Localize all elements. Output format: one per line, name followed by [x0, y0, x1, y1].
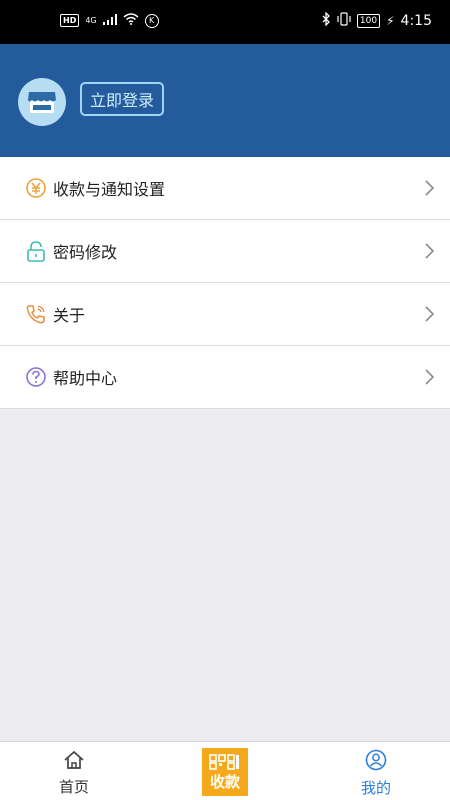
bottom-tab-bar: 首页 收款 我的 [0, 741, 450, 800]
bluetooth-icon [321, 11, 331, 30]
tab-mine-label: 我的 [360, 779, 391, 797]
signal-icon [102, 13, 117, 28]
profile-header: 立即登录 [0, 44, 450, 157]
login-button[interactable]: 立即登录 [80, 82, 164, 116]
question-icon [25, 366, 47, 388]
battery-indicator: 100 [356, 14, 381, 28]
k-icon: K [144, 13, 159, 28]
qr-code-icon [209, 754, 241, 774]
network-type: 4G [85, 16, 97, 25]
chevron-right-icon [424, 179, 436, 197]
status-left: HD 4G K [60, 13, 159, 28]
hd-indicator: HD [60, 14, 80, 27]
wifi-icon [123, 13, 139, 28]
yen-coin-icon [25, 177, 47, 199]
tab-home[interactable]: 首页 [52, 742, 96, 800]
chevron-right-icon [424, 305, 436, 323]
menu-item-label: 收款与通知设置 [53, 180, 166, 199]
menu-item-help-center[interactable]: 帮助中心 [0, 346, 450, 409]
menu-item-about[interactable]: 关于 [0, 283, 450, 346]
lock-icon [25, 240, 47, 262]
chevron-right-icon [424, 368, 436, 386]
clock: 4:15 [400, 13, 432, 29]
store-avatar-icon[interactable] [18, 78, 66, 126]
menu-item-label: 密码修改 [53, 243, 118, 262]
status-right: 100 ⚡ 4:15 [321, 11, 432, 30]
home-icon [63, 750, 85, 774]
tab-home-label: 首页 [58, 778, 89, 796]
menu-item-label: 关于 [53, 306, 86, 325]
tab-mine[interactable]: 我的 [354, 742, 398, 800]
charging-icon: ⚡ [386, 14, 395, 28]
menu-item-password-change[interactable]: 密码修改 [0, 220, 450, 283]
phone-icon [25, 303, 47, 325]
tab-scan-label: 收款 [209, 773, 240, 791]
menu-item-payment-notification[interactable]: 收款与通知设置 [0, 157, 450, 220]
tab-scan-payment[interactable]: 收款 [202, 748, 248, 796]
chevron-right-icon [424, 242, 436, 260]
settings-menu: 收款与通知设置 密码修改 关于 帮助中心 [0, 157, 450, 409]
vibrate-icon [337, 12, 351, 30]
status-bar: HD 4G K 100 ⚡ 4:15 [0, 0, 450, 44]
menu-item-label: 帮助中心 [53, 369, 118, 388]
user-icon [365, 749, 387, 775]
